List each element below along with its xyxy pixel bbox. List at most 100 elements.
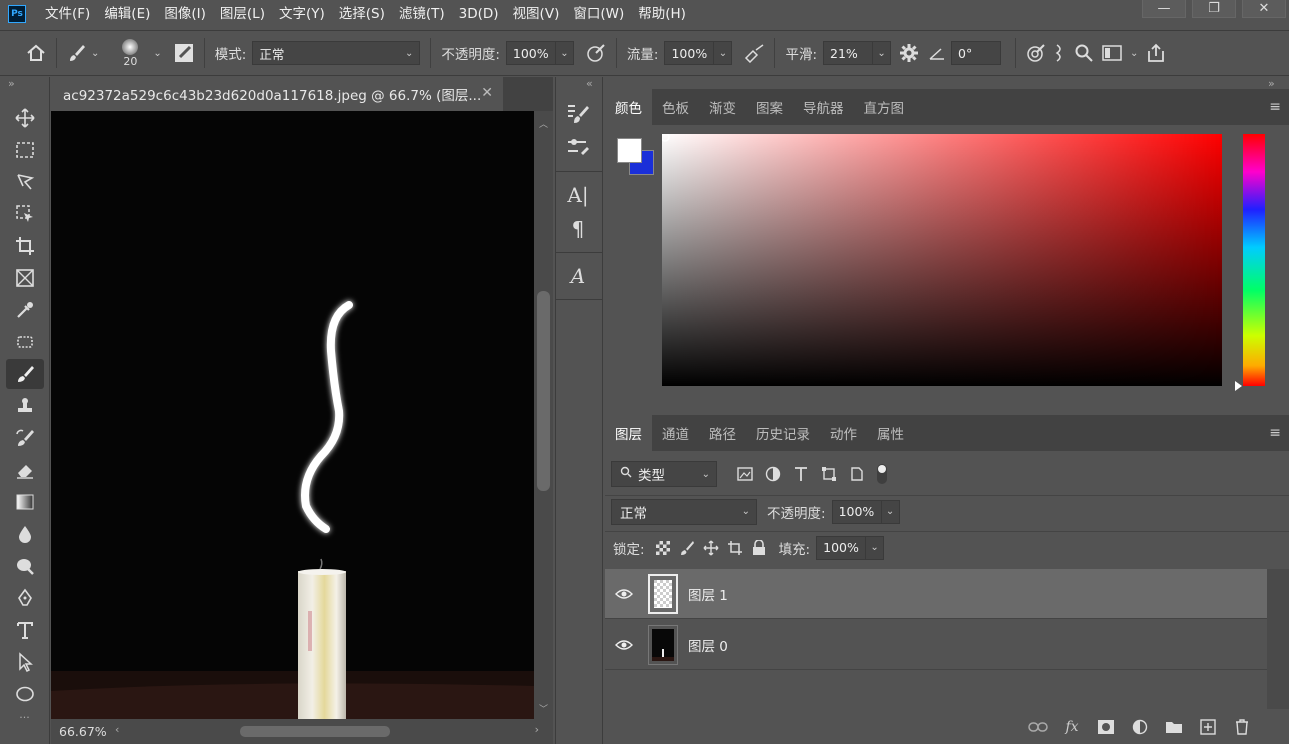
eye-icon[interactable] — [605, 588, 643, 600]
tab-paths[interactable]: 路径 — [699, 415, 746, 451]
glyphs-panel-icon[interactable]: A — [556, 259, 600, 293]
filter-pixel-layers-icon[interactable] — [731, 460, 759, 488]
chevron-down-icon[interactable]: ⌄ — [1130, 48, 1138, 59]
eyedropper-tool-icon[interactable] — [6, 295, 44, 325]
pen-tool-icon[interactable] — [6, 583, 44, 613]
brushes-panel-icon[interactable] — [556, 131, 600, 165]
healing-brush-tool-icon[interactable] — [6, 327, 44, 357]
eraser-tool-icon[interactable] — [6, 455, 44, 485]
blend-mode-select[interactable]: 正常 ⌄ — [611, 498, 757, 525]
tab-actions[interactable]: 动作 — [820, 415, 867, 451]
mode-select[interactable]: 正常 ⌄ — [252, 41, 421, 65]
document-tab[interactable]: ac92372a529c6c43b23d620d0a117618.jpeg @ … — [51, 77, 503, 111]
menu-filter[interactable]: 滤镜(T) — [392, 0, 452, 28]
brush-settings-panel-icon[interactable] — [556, 97, 600, 131]
panel-menu-icon[interactable]: ≡ — [1269, 99, 1281, 115]
type-tool-icon[interactable] — [6, 615, 44, 645]
menu-view[interactable]: 视图(V) — [506, 0, 567, 28]
more-tools-icon[interactable]: ··· — [0, 711, 49, 724]
tab-histogram[interactable]: 直方图 — [854, 89, 915, 125]
chevron-down-icon[interactable]: ⌄ — [91, 48, 99, 59]
horizontal-scrollbar[interactable]: ‹ › — [115, 723, 539, 739]
layer-effects-icon[interactable]: fx — [1055, 719, 1089, 735]
layer-filter-select[interactable]: 类型 ⌄ — [611, 461, 717, 487]
new-group-icon[interactable] — [1157, 720, 1191, 734]
color-picker-field[interactable] — [660, 132, 1222, 386]
symmetry-icon[interactable] — [1050, 39, 1070, 67]
filter-shape-layers-icon[interactable] — [815, 460, 843, 488]
scroll-down-icon[interactable]: ﹀ — [534, 702, 553, 715]
tab-color[interactable]: 颜色 — [605, 89, 652, 125]
horizontal-scroll-thumb[interactable] — [240, 726, 390, 737]
new-layer-icon[interactable] — [1191, 719, 1225, 735]
brush-tool-icon[interactable] — [6, 359, 44, 389]
menu-help[interactable]: 帮助(H) — [631, 0, 693, 28]
opacity-dropdown[interactable]: ⌄ — [555, 41, 574, 65]
menu-edit[interactable]: 编辑(E) — [97, 0, 157, 28]
flow-input[interactable]: 100% — [664, 41, 715, 65]
flow-dropdown[interactable]: ⌄ — [714, 41, 733, 65]
smoothing-input[interactable]: 21% — [823, 41, 874, 65]
brush-settings-icon[interactable] — [170, 39, 198, 67]
tab-channels[interactable]: 通道 — [652, 415, 699, 451]
tab-gradients[interactable]: 渐变 — [699, 89, 746, 125]
layer-row[interactable]: 图层 1 — [605, 569, 1267, 619]
tab-history[interactable]: 历史记录 — [746, 415, 820, 451]
restore-button[interactable]: ❐ — [1192, 0, 1236, 18]
layer-opacity-input[interactable]: 100% — [831, 499, 882, 524]
menu-select[interactable]: 选择(S) — [332, 0, 392, 28]
opacity-input[interactable]: 100% — [505, 41, 556, 65]
hue-slider[interactable] — [1243, 134, 1265, 386]
new-adjustment-layer-icon[interactable] — [1123, 719, 1157, 735]
panel-menu-icon[interactable]: ≡ — [1269, 425, 1281, 441]
home-icon[interactable] — [22, 39, 50, 67]
filter-toggle[interactable] — [877, 464, 887, 484]
menu-layer[interactable]: 图层(L) — [213, 0, 272, 28]
menu-type[interactable]: 文字(Y) — [272, 0, 332, 28]
share-icon[interactable] — [1142, 39, 1170, 67]
eye-icon[interactable] — [605, 639, 643, 651]
tab-swatches[interactable]: 色板 — [652, 89, 699, 125]
canvas[interactable] — [51, 111, 534, 719]
close-button[interactable]: ✕ — [1242, 0, 1286, 18]
scroll-left-icon[interactable]: ‹ — [115, 723, 119, 736]
paragraph-panel-icon[interactable]: ¶ — [556, 212, 600, 246]
close-document-icon[interactable]: ✕ — [481, 85, 493, 101]
pressure-opacity-icon[interactable] — [582, 39, 610, 67]
menu-window[interactable]: 窗口(W) — [566, 0, 631, 28]
zoom-level[interactable]: 66.67% — [59, 724, 115, 739]
filter-type-layers-icon[interactable] — [787, 460, 815, 488]
layer-row[interactable]: 图层 0 — [605, 620, 1267, 670]
foreground-color-swatch[interactable] — [617, 138, 642, 163]
vertical-scroll-thumb[interactable] — [537, 291, 550, 491]
dodge-tool-icon[interactable] — [6, 551, 44, 581]
lock-transparency-icon[interactable] — [651, 534, 675, 562]
workspace-icon[interactable] — [1098, 39, 1126, 67]
vertical-scrollbar[interactable]: ︿ ﹀ — [534, 111, 553, 719]
lock-all-icon[interactable] — [747, 534, 771, 562]
add-mask-icon[interactable] — [1089, 719, 1123, 735]
ellipse-tool-icon[interactable] — [6, 679, 44, 709]
airbrush-icon[interactable] — [740, 39, 768, 67]
menu-image[interactable]: 图像(I) — [157, 0, 213, 28]
pressure-size-icon[interactable] — [1022, 39, 1050, 67]
filter-smart-objects-icon[interactable] — [843, 460, 871, 488]
crop-tool-icon[interactable] — [6, 231, 44, 261]
tab-patterns[interactable]: 图案 — [746, 89, 793, 125]
chevron-down-icon[interactable]: ⌄ — [153, 48, 161, 59]
lasso-tool-icon[interactable] — [6, 167, 44, 197]
fill-dropdown[interactable]: ⌄ — [866, 535, 885, 560]
minimize-button[interactable]: — — [1142, 0, 1186, 18]
angle-input[interactable]: 0° — [951, 41, 1002, 65]
tab-navigator[interactable]: 导航器 — [793, 89, 854, 125]
menu-file[interactable]: 文件(F) — [38, 0, 97, 28]
smoothing-options-gear-icon[interactable] — [895, 39, 923, 67]
collapse-toolbox-icon[interactable]: » — [0, 77, 49, 91]
history-brush-tool-icon[interactable] — [6, 423, 44, 453]
tab-properties[interactable]: 属性 — [867, 415, 914, 451]
brush-size-picker[interactable]: 20 — [115, 38, 145, 68]
move-tool-icon[interactable] — [6, 103, 44, 133]
marquee-tool-icon[interactable] — [6, 135, 44, 165]
frame-tool-icon[interactable] — [6, 263, 44, 293]
collapse-dock-icon[interactable]: « — [556, 77, 602, 91]
